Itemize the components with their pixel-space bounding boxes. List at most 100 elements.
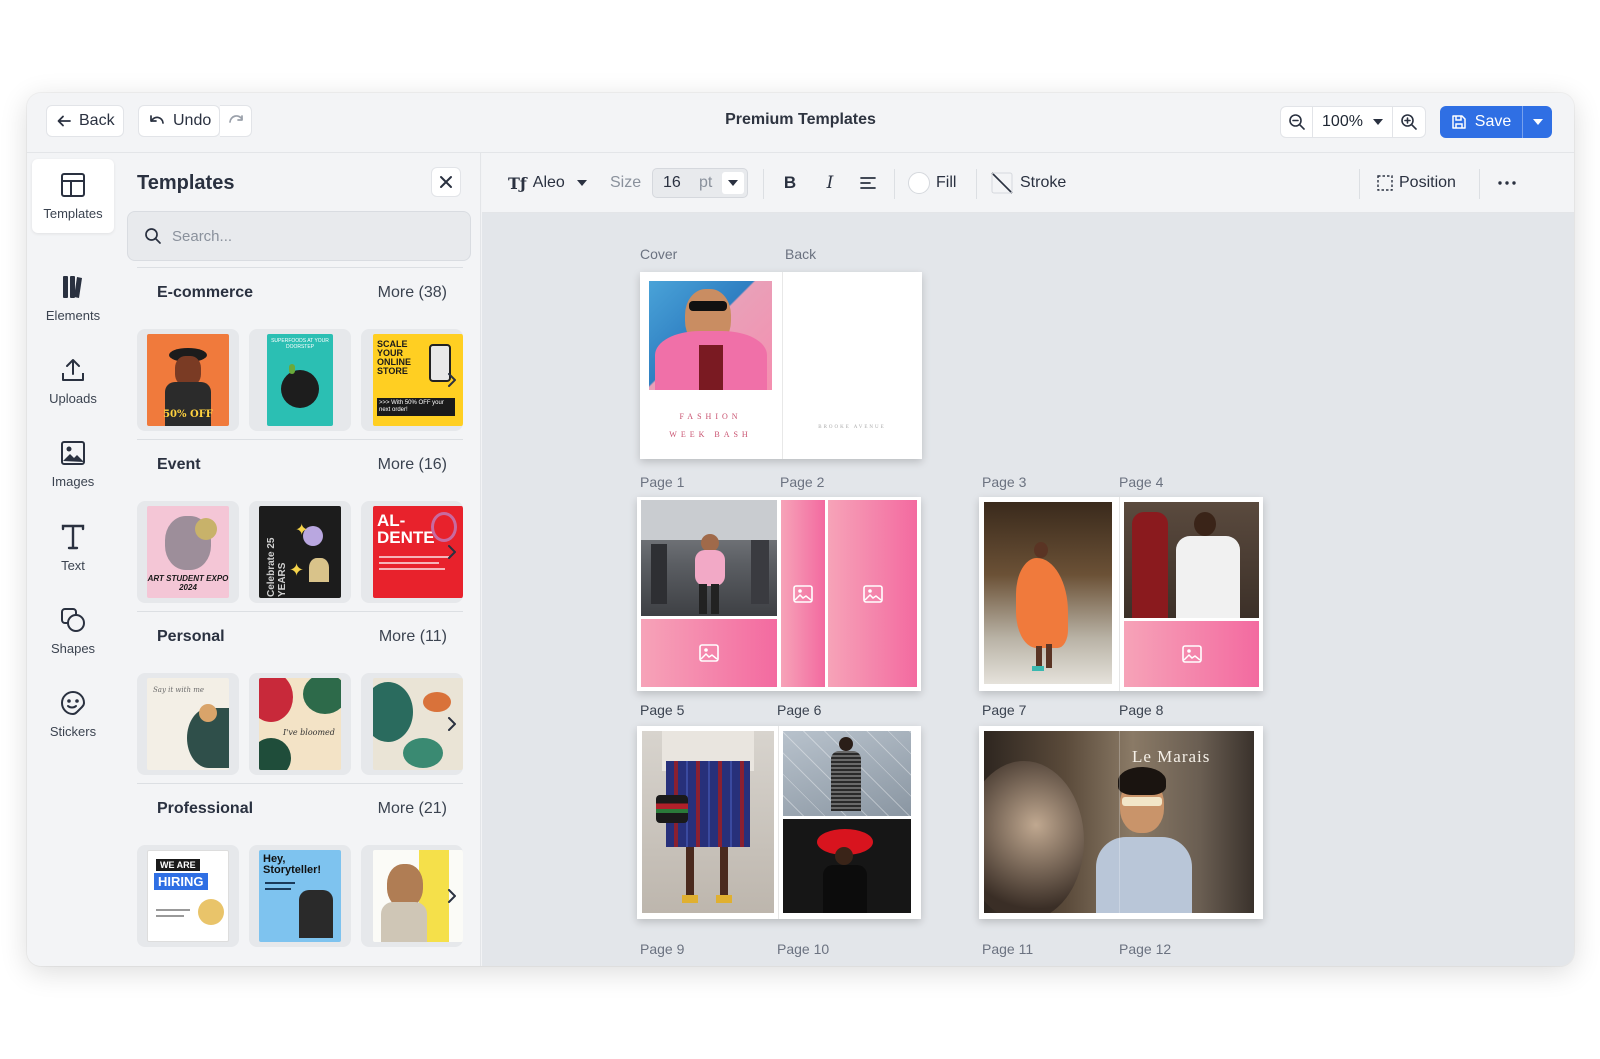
template-thumbs: WE ARE HIRING Hey, Storyteller! bbox=[137, 845, 463, 947]
page-label: Back bbox=[785, 246, 817, 262]
rail-label-uploads: Uploads bbox=[49, 390, 97, 406]
spread-pages-7-8[interactable]: Le Marais bbox=[979, 726, 1263, 919]
more-link[interactable]: More (11) bbox=[379, 628, 447, 646]
arrow-left-icon bbox=[57, 115, 71, 127]
page-label: Page 2 bbox=[780, 474, 825, 490]
category-header: Professional More (21) bbox=[137, 783, 463, 833]
divider bbox=[894, 169, 895, 199]
divider bbox=[976, 169, 977, 199]
close-icon bbox=[440, 176, 452, 188]
bold-button[interactable]: B bbox=[780, 153, 800, 213]
chevron-down-icon bbox=[576, 180, 587, 186]
more-link[interactable]: More (21) bbox=[378, 800, 447, 818]
save-button[interactable]: Save bbox=[1440, 106, 1522, 138]
zoom-controls: 100% bbox=[1280, 106, 1426, 138]
spread-pages-1-2[interactable] bbox=[637, 497, 921, 691]
rail-item-shapes[interactable]: Shapes bbox=[32, 594, 114, 668]
rail-label-text: Text bbox=[61, 557, 85, 573]
page-label: Page 7 bbox=[982, 702, 1027, 718]
undo-button[interactable]: Undo bbox=[138, 105, 220, 137]
canvas: Cover Back FASHION WEEK BASH BROOKE AVEN… bbox=[482, 213, 1574, 966]
rail-item-elements[interactable]: Elements bbox=[32, 261, 114, 335]
more-link[interactable]: More (16) bbox=[378, 456, 447, 474]
rail-item-templates[interactable]: Templates bbox=[32, 159, 114, 233]
skirt-photo bbox=[642, 731, 774, 913]
spread-pages-3-4[interactable] bbox=[979, 497, 1263, 691]
templates-panel: Templates E-commerce More (38) 50% OFF bbox=[119, 153, 481, 966]
image-placeholder[interactable] bbox=[1124, 621, 1259, 687]
template-thumb[interactable]: I've bloomed bbox=[249, 673, 351, 775]
fill-button[interactable]: Fill bbox=[908, 153, 956, 213]
zoom-value: 100% bbox=[1322, 113, 1363, 130]
font-select[interactable]: Tƒ Aleo bbox=[508, 153, 587, 213]
image-placeholder-icon bbox=[699, 644, 719, 662]
rail-item-text[interactable]: Text bbox=[32, 511, 114, 585]
left-rail: Templates Elements Uploads Images Text S… bbox=[27, 153, 119, 966]
font-size-dropdown[interactable] bbox=[722, 172, 744, 194]
stroke-label: Stroke bbox=[1020, 174, 1067, 191]
spread-pages-5-6[interactable] bbox=[637, 726, 921, 919]
search-box bbox=[127, 211, 471, 261]
template-thumb[interactable]: Celebrate 25 YEARS ✦ ✦ bbox=[249, 501, 351, 603]
zoom-out-button[interactable] bbox=[1281, 107, 1313, 137]
template-thumb[interactable]: WE ARE HIRING bbox=[137, 845, 239, 947]
search-input[interactable] bbox=[172, 227, 452, 245]
next-arrow-button[interactable] bbox=[439, 367, 463, 393]
zoom-select[interactable]: 100% bbox=[1313, 107, 1393, 137]
more-horizontal-icon bbox=[1498, 181, 1516, 185]
save-options-button[interactable] bbox=[1522, 106, 1552, 138]
rail-label-templates: Templates bbox=[43, 205, 103, 221]
template-thumb[interactable]: Say it with me bbox=[137, 673, 239, 775]
size-label: Size bbox=[610, 174, 642, 191]
page-label: Page 1 bbox=[640, 474, 685, 490]
elements-icon bbox=[63, 275, 82, 298]
font-icon: Tƒ bbox=[508, 173, 527, 193]
image-placeholder[interactable] bbox=[641, 619, 777, 687]
undo-icon bbox=[150, 115, 164, 124]
next-arrow-button[interactable] bbox=[439, 711, 463, 737]
zoom-in-icon bbox=[1401, 114, 1417, 130]
redo-button[interactable] bbox=[220, 105, 252, 137]
align-button[interactable] bbox=[860, 153, 876, 213]
template-thumb[interactable]: ART STUDENT EXPO 2024 bbox=[137, 501, 239, 603]
position-label: Position bbox=[1399, 174, 1456, 191]
redo-icon bbox=[228, 115, 243, 123]
thumb-text: Hey, Storyteller! bbox=[263, 853, 322, 876]
font-size-field[interactable]: 16 pt bbox=[652, 168, 748, 198]
chevron-down-icon bbox=[728, 180, 738, 186]
position-button[interactable]: Position bbox=[1377, 153, 1456, 213]
font-name: Aleo bbox=[532, 174, 565, 191]
back-button[interactable]: Back bbox=[46, 105, 124, 137]
rail-item-images[interactable]: Images bbox=[32, 427, 114, 501]
align-left-icon bbox=[860, 177, 876, 189]
shapes-icon bbox=[61, 607, 85, 632]
fill-label: Fill bbox=[936, 174, 957, 191]
rail-item-uploads[interactable]: Uploads bbox=[32, 344, 114, 418]
save-button-group: Save bbox=[1440, 106, 1552, 138]
font-size-unit: pt bbox=[699, 174, 713, 191]
rail-item-stickers[interactable]: Stickers bbox=[32, 677, 114, 751]
template-thumbs: Say it with me I've bloomed bbox=[137, 673, 463, 775]
more-options-button[interactable] bbox=[1498, 153, 1516, 213]
next-arrow-button[interactable] bbox=[439, 539, 463, 565]
category-name: Event bbox=[157, 455, 201, 473]
template-thumb[interactable]: 50% OFF bbox=[137, 329, 239, 431]
cover-text: FASHION bbox=[679, 412, 742, 421]
stroke-button[interactable]: Stroke bbox=[990, 153, 1066, 213]
chevron-right-icon bbox=[447, 373, 456, 387]
search-icon bbox=[145, 228, 161, 244]
cover-spread[interactable]: FASHION WEEK BASH BROOKE AVENUE bbox=[640, 272, 922, 459]
zoom-in-button[interactable] bbox=[1393, 107, 1425, 137]
template-thumb[interactable]: Hey, Storyteller! bbox=[249, 845, 351, 947]
image-placeholder[interactable] bbox=[828, 500, 917, 687]
close-panel-button[interactable] bbox=[431, 167, 461, 197]
rail-label-stickers: Stickers bbox=[49, 723, 97, 739]
italic-button[interactable]: I bbox=[820, 153, 840, 213]
next-arrow-button[interactable] bbox=[439, 883, 463, 909]
more-link[interactable]: More (38) bbox=[378, 284, 447, 302]
thumb-text: AL-DENTE bbox=[377, 511, 435, 547]
template-thumb[interactable]: SUPERFOODS AT YOUR DOORSTEP bbox=[249, 329, 351, 431]
image-placeholder[interactable] bbox=[781, 500, 825, 687]
image-placeholder-icon bbox=[862, 584, 883, 603]
sticker-icon bbox=[61, 690, 86, 715]
